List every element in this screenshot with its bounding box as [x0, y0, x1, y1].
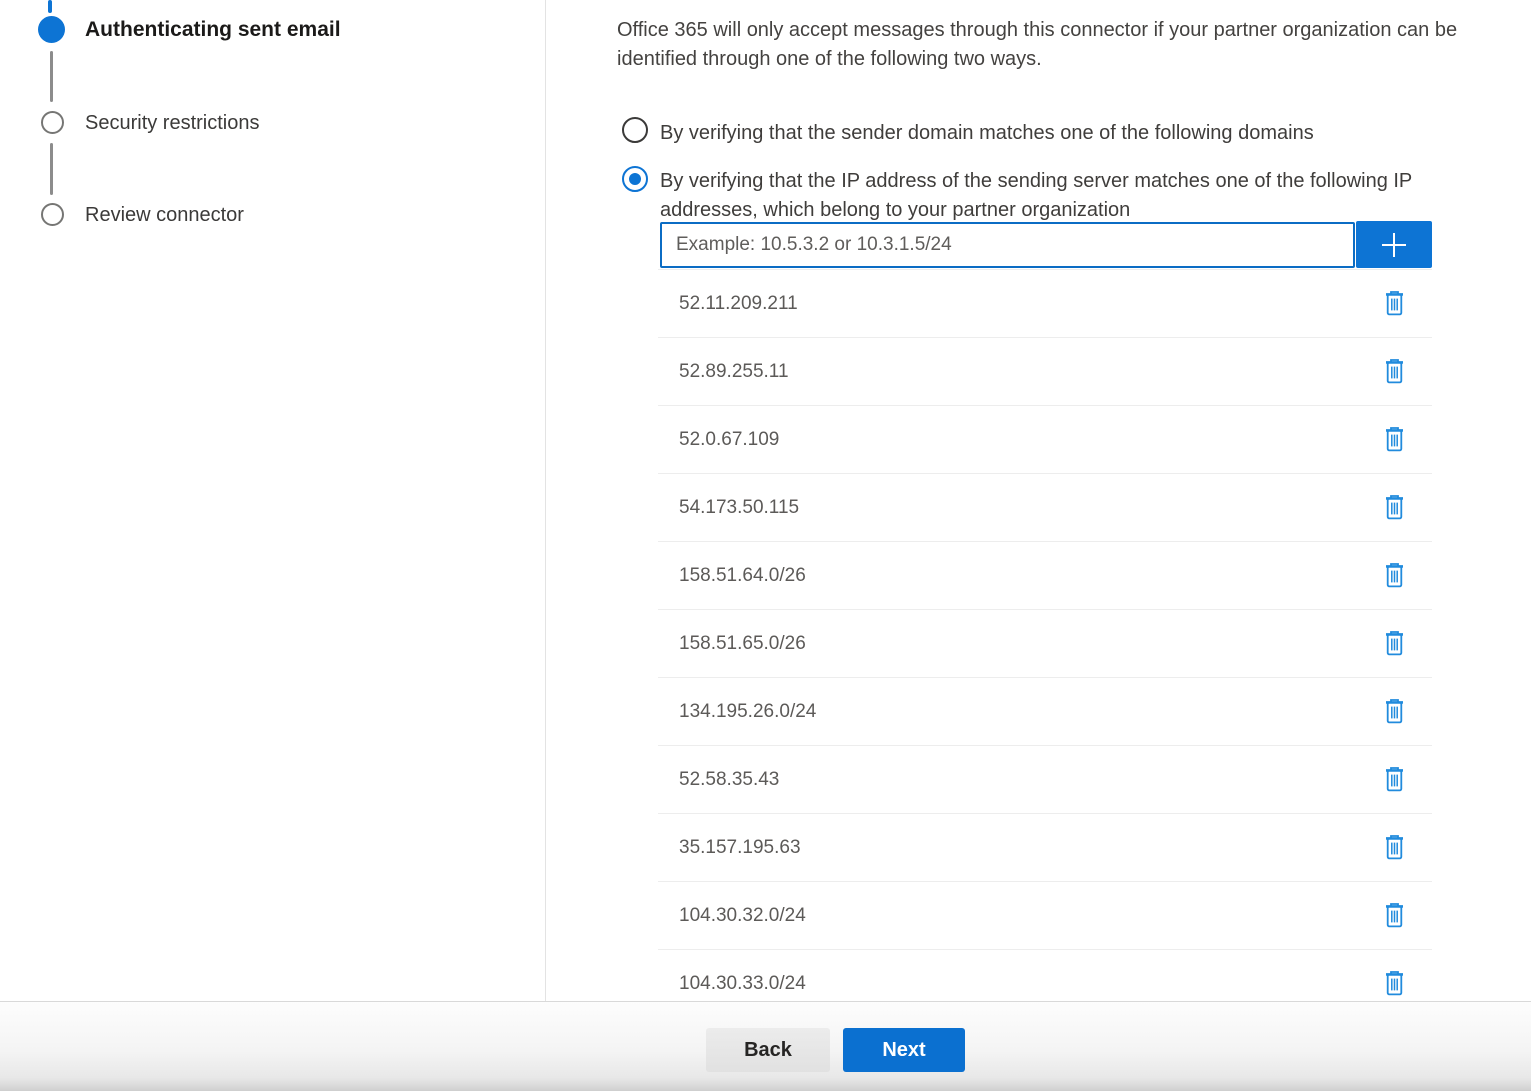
stepper-connector-line	[48, 0, 52, 13]
ip-value: 52.0.67.109	[658, 429, 1381, 451]
radio-sender-domain[interactable]	[622, 117, 648, 143]
pane-divider	[545, 0, 546, 1001]
ip-value: 104.30.32.0/24	[658, 905, 1381, 927]
plus-icon	[1378, 229, 1410, 261]
delete-ip-button[interactable]	[1381, 968, 1408, 999]
ip-address-input[interactable]	[660, 222, 1355, 268]
ip-list-item: 52.11.209.211	[658, 270, 1432, 338]
radio-selected-dot-icon	[629, 173, 641, 185]
radio-ip-address-label[interactable]: By verifying that the IP address of the …	[660, 167, 1480, 224]
delete-ip-button[interactable]	[1381, 492, 1408, 523]
ip-list-item: 52.89.255.11	[658, 338, 1432, 406]
stepper-connector-line	[50, 143, 53, 195]
trash-icon	[1383, 970, 1406, 997]
ip-value: 104.30.33.0/24	[658, 973, 1381, 995]
trash-icon	[1383, 358, 1406, 385]
radio-sender-domain-label[interactable]: By verifying that the sender domain matc…	[660, 119, 1500, 148]
trash-icon	[1383, 766, 1406, 793]
page-description: Office 365 will only accept messages thr…	[617, 16, 1531, 73]
trash-icon	[1383, 698, 1406, 725]
ip-value: 52.11.209.211	[658, 293, 1381, 315]
wizard-footer: Back Next	[0, 1001, 1531, 1091]
delete-ip-button[interactable]	[1381, 900, 1408, 931]
ip-value: 134.195.26.0/24	[658, 701, 1381, 723]
stepper-connector-line	[50, 51, 53, 102]
radio-ip-address[interactable]	[622, 166, 648, 192]
delete-ip-button[interactable]	[1381, 356, 1408, 387]
ip-value: 158.51.65.0/26	[658, 633, 1381, 655]
delete-ip-button[interactable]	[1381, 424, 1408, 455]
step-label-review-connector: Review connector	[85, 204, 244, 227]
trash-icon	[1383, 834, 1406, 861]
delete-ip-button[interactable]	[1381, 832, 1408, 863]
step-indicator-security-restrictions	[41, 111, 64, 134]
ip-value: 35.157.195.63	[658, 837, 1381, 859]
trash-icon	[1383, 290, 1406, 317]
step-label-security-restrictions: Security restrictions	[85, 112, 260, 135]
ip-value: 158.51.64.0/26	[658, 565, 1381, 587]
delete-ip-button[interactable]	[1381, 288, 1408, 319]
step-label-authenticating-sent-email: Authenticating sent email	[85, 18, 341, 42]
ip-list-item: 52.58.35.43	[658, 746, 1432, 814]
delete-ip-button[interactable]	[1381, 696, 1408, 727]
ip-list-item: 134.195.26.0/24	[658, 678, 1432, 746]
step-indicator-authenticating-sent-email	[38, 16, 65, 43]
step-indicator-review-connector	[41, 203, 64, 226]
add-ip-button[interactable]	[1356, 221, 1432, 268]
ip-list-item: 158.51.65.0/26	[658, 610, 1432, 678]
ip-value: 52.89.255.11	[658, 361, 1381, 383]
ip-address-list: 52.11.209.211 52.89.255.11	[658, 269, 1432, 1018]
ip-list-item: 52.0.67.109	[658, 406, 1432, 474]
back-button[interactable]: Back	[706, 1028, 830, 1072]
trash-icon	[1383, 630, 1406, 657]
ip-list-item: 35.157.195.63	[658, 814, 1432, 882]
trash-icon	[1383, 902, 1406, 929]
next-button[interactable]: Next	[843, 1028, 965, 1072]
ip-list-item: 158.51.64.0/26	[658, 542, 1432, 610]
trash-icon	[1383, 494, 1406, 521]
trash-icon	[1383, 562, 1406, 589]
ip-list-item: 54.173.50.115	[658, 474, 1432, 542]
delete-ip-button[interactable]	[1381, 628, 1408, 659]
ip-value: 54.173.50.115	[658, 497, 1381, 519]
ip-list-item: 104.30.32.0/24	[658, 882, 1432, 950]
delete-ip-button[interactable]	[1381, 764, 1408, 795]
connector-wizard-page: Authenticating sent email Security restr…	[0, 0, 1531, 1091]
ip-value: 52.58.35.43	[658, 769, 1381, 791]
trash-icon	[1383, 426, 1406, 453]
delete-ip-button[interactable]	[1381, 560, 1408, 591]
